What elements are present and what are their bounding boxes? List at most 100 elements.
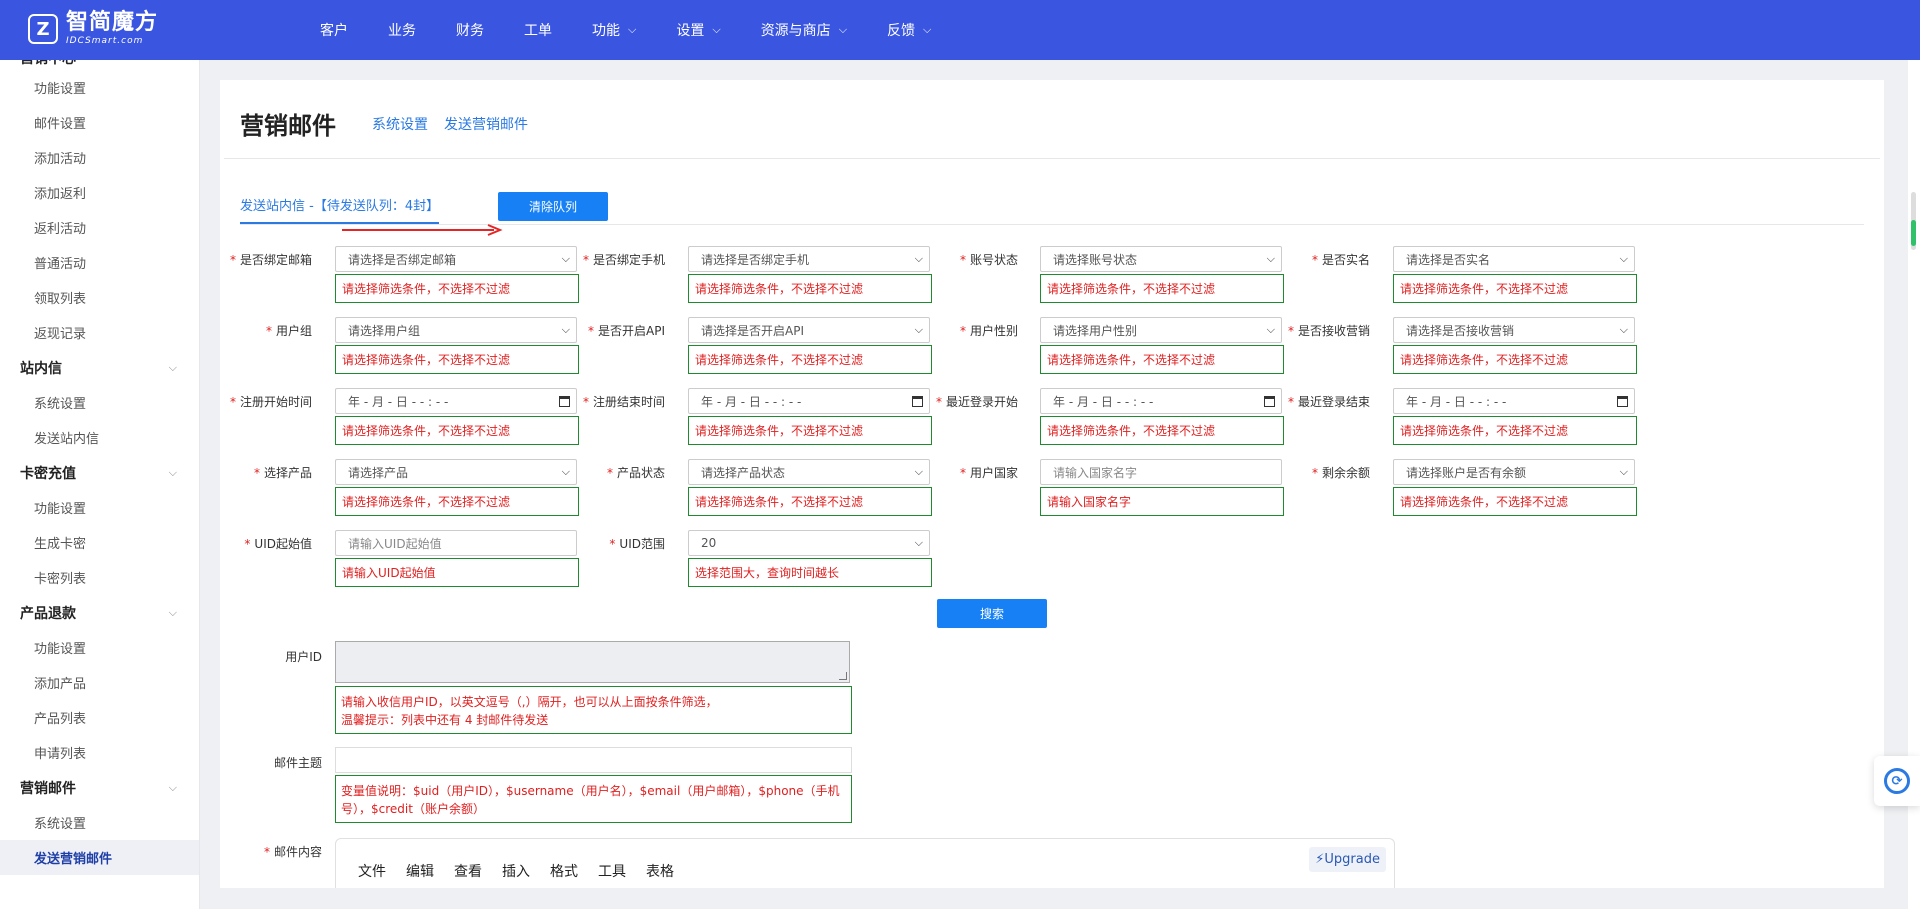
- sidebar-item-2[interactable]: 添加活动: [0, 140, 199, 175]
- clear-queue-button[interactable]: 清除队列: [498, 192, 608, 221]
- field-label-11: * 最近登录结束: [1270, 393, 1370, 410]
- nav-item-7[interactable]: 反馈 ⌵: [867, 20, 951, 40]
- sidebar-group-label: 营销邮件: [20, 780, 76, 797]
- sidebar-group-20[interactable]: 营销邮件 ⌵: [0, 770, 199, 805]
- field-input-14[interactable]: 请输入国家名字: [1040, 459, 1282, 485]
- sidebar-item-18[interactable]: 产品列表: [0, 700, 199, 735]
- editor-menu-item-6[interactable]: 表格: [646, 861, 674, 881]
- sidebar-group-8[interactable]: 站内信 ⌵: [0, 350, 199, 385]
- nav-item-2[interactable]: 财务: [436, 20, 504, 40]
- editor-menu-item-1[interactable]: 编辑: [406, 861, 434, 881]
- sidebar-item-1[interactable]: 邮件设置: [0, 105, 199, 140]
- sidebar-item-16[interactable]: 功能设置: [0, 630, 199, 665]
- required-marker: *: [253, 466, 260, 480]
- editor-menubar: 文件 编辑 查看 插入 格式 工具 表格: [358, 861, 694, 881]
- editor-menu-item-2[interactable]: 查看: [454, 861, 482, 881]
- field-select-15[interactable]: 请选择账户是否有余额 ⌵: [1393, 459, 1635, 485]
- field-hint-17: 选择范围大，查询时间越长: [688, 558, 932, 587]
- user-id-textarea[interactable]: [335, 641, 850, 683]
- sidebar-item-0[interactable]: 功能设置: [0, 70, 199, 105]
- sidebar-item-5[interactable]: 普通活动: [0, 245, 199, 280]
- field-label-text: 是否绑定邮箱: [239, 253, 312, 267]
- nav-item-3[interactable]: 工单: [504, 20, 572, 40]
- nav-item-5[interactable]: 设置 ⌵: [656, 20, 740, 40]
- field-select-2[interactable]: 请选择账号状态 ⌵: [1040, 246, 1282, 272]
- field-label-17: * UID范围: [565, 535, 665, 552]
- editor-menu-item-4[interactable]: 格式: [550, 861, 578, 881]
- sidebar-item-10[interactable]: 发送站内信: [0, 420, 199, 455]
- field-label-9: * 注册结束时间: [565, 393, 665, 410]
- field-date-8[interactable]: 年 - 月 - 日 - - : - -: [335, 388, 577, 414]
- field-select-12[interactable]: 请选择产品 ⌵: [335, 459, 577, 485]
- field-select-6[interactable]: 请选择用户性别 ⌵: [1040, 317, 1282, 343]
- editor-menu-item-3[interactable]: 插入: [502, 861, 530, 881]
- field-select-17[interactable]: 20 ⌵: [688, 530, 930, 556]
- field-label-text: UID范围: [619, 537, 665, 551]
- nav-item-0[interactable]: 客户: [300, 20, 368, 40]
- field-select-3[interactable]: 请选择是否实名 ⌵: [1393, 246, 1635, 272]
- sidebar-item-7[interactable]: 返现记录: [0, 315, 199, 350]
- field-input-16[interactable]: 请输入UID起始值: [335, 530, 577, 556]
- sidebar-item-9[interactable]: 系统设置: [0, 385, 199, 420]
- required-marker: *: [588, 324, 594, 338]
- rich-text-editor[interactable]: 文件 编辑 查看 插入 格式 工具 表格 ⚡Upgrade: [335, 838, 1395, 888]
- sidebar-group-15[interactable]: 产品退款 ⌵: [0, 595, 199, 630]
- resize-grip-icon[interactable]: [839, 672, 847, 680]
- search-button[interactable]: 搜索: [937, 599, 1047, 628]
- sidebar-item-6[interactable]: 领取列表: [0, 280, 199, 315]
- field-select-4[interactable]: 请选择用户组 ⌵: [335, 317, 577, 343]
- required-marker: *: [582, 395, 589, 409]
- field-hint-8: 请选择筛选条件，不选择不过滤: [335, 416, 579, 445]
- field-date-11[interactable]: 年 - 月 - 日 - - : - -: [1393, 388, 1635, 414]
- chevron-down-icon: ⌵: [168, 780, 177, 794]
- divider: [224, 158, 1880, 159]
- required-marker: *: [959, 253, 966, 267]
- field-select-1[interactable]: 请选择是否绑定手机 ⌵: [688, 246, 930, 272]
- nav-item-label: 功能: [592, 23, 620, 39]
- chevron-down-icon: ⌵: [168, 360, 177, 374]
- sidebar-item-19[interactable]: 申请列表: [0, 735, 199, 770]
- sidebar-item-17[interactable]: 添加产品: [0, 665, 199, 700]
- user-id-label: 用户ID: [285, 650, 322, 664]
- field-select-13[interactable]: 请选择产品状态 ⌵: [688, 459, 930, 485]
- field-label-7: * 是否接收营销: [1270, 322, 1370, 339]
- sidebar-group-11[interactable]: 卡密充值 ⌵: [0, 455, 199, 490]
- sidebar-item-12[interactable]: 功能设置: [0, 490, 199, 525]
- field-label-3: * 是否实名: [1270, 251, 1370, 268]
- editor-menu-item-0[interactable]: 文件: [358, 861, 386, 881]
- sidebar-item-4[interactable]: 返利活动: [0, 210, 199, 245]
- nav-item-label: 工单: [524, 23, 552, 39]
- field-hint-10: 请选择筛选条件，不选择不过滤: [1040, 416, 1284, 445]
- sidebar-item-21[interactable]: 系统设置: [0, 805, 199, 840]
- sidebar-item-14[interactable]: 卡密列表: [0, 560, 199, 595]
- brand-logo[interactable]: Z 智简魔方 IDCSmart.com: [28, 12, 158, 46]
- floating-assistant-button[interactable]: ⟳: [1874, 756, 1920, 806]
- sidebar-item-22[interactable]: 发送营销邮件: [0, 840, 199, 875]
- field-date-9[interactable]: 年 - 月 - 日 - - : - -: [688, 388, 930, 414]
- required-marker: *: [1311, 466, 1318, 480]
- crumb-send-marketing-email[interactable]: 发送营销邮件: [444, 114, 528, 134]
- subject-input[interactable]: [335, 747, 852, 773]
- field-hint-4: 请选择筛选条件，不选择不过滤: [335, 345, 579, 374]
- nav-item-6[interactable]: 资源与商店 ⌵: [741, 20, 867, 40]
- field-label-text: 最近登录结束: [1297, 395, 1370, 409]
- field-value: 年 - 月 - 日 - - : - -: [701, 394, 802, 409]
- calendar-icon[interactable]: [1617, 395, 1628, 407]
- crumb-system-settings[interactable]: 系统设置: [372, 114, 428, 134]
- chevron-down-icon: ⌵: [712, 23, 721, 36]
- tab-send-message[interactable]: 发送站内信 -【待发送队列：4封】: [240, 195, 440, 224]
- field-date-10[interactable]: 年 - 月 - 日 - - : - -: [1040, 388, 1282, 414]
- field-select-7[interactable]: 请选择是否接收营销 ⌵: [1393, 317, 1635, 343]
- nav-item-1[interactable]: 业务: [368, 20, 436, 40]
- editor-menu-item-5[interactable]: 工具: [598, 861, 626, 881]
- required-marker: *: [1287, 324, 1294, 338]
- field-value: 请选择用户组: [348, 323, 421, 338]
- field-select-5[interactable]: 请选择是否开启API ⌵: [688, 317, 930, 343]
- nav-item-4[interactable]: 功能 ⌵: [572, 20, 656, 40]
- upgrade-button[interactable]: ⚡Upgrade: [1309, 847, 1386, 872]
- field-select-0[interactable]: 请选择是否绑定邮箱 ⌵: [335, 246, 577, 272]
- sidebar-item-13[interactable]: 生成卡密: [0, 525, 199, 560]
- sidebar-item-3[interactable]: 添加返利: [0, 175, 199, 210]
- sidebar-group-label: 产品退款: [20, 605, 76, 622]
- user-id-hint-line1: 请输入收信用户ID，以英文逗号（,）隔开，也可以从上面按条件筛选，: [341, 695, 718, 709]
